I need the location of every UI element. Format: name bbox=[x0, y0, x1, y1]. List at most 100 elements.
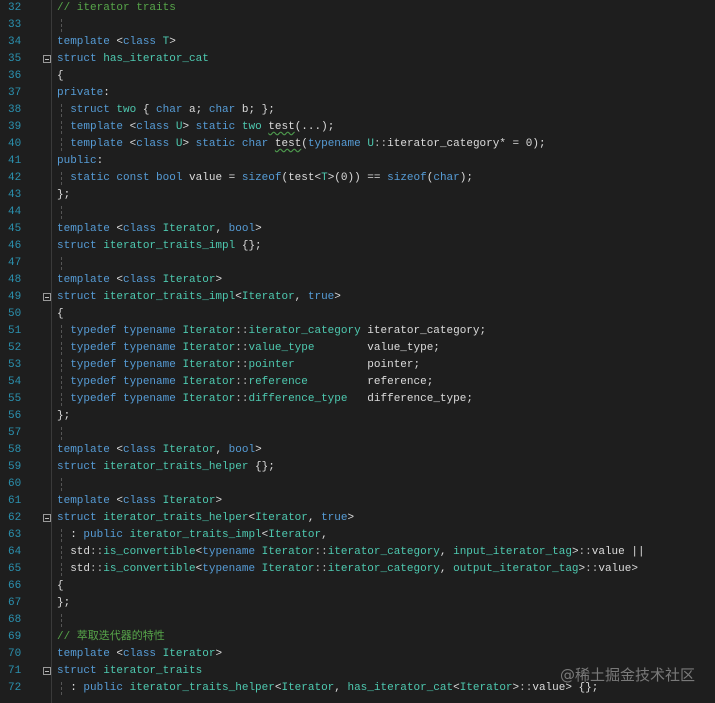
code-token: < bbox=[123, 138, 137, 150]
code-text[interactable]: template <class Iterator> bbox=[57, 272, 222, 289]
code-line[interactable]: 59 struct iterator_traits_helper {}; bbox=[0, 459, 715, 476]
code-text[interactable]: }; bbox=[57, 187, 70, 204]
code-text[interactable]: struct iterator_traits_impl<Iterator, tr… bbox=[57, 289, 341, 306]
code-line[interactable]: 60 bbox=[0, 476, 715, 493]
line-number: 64 bbox=[8, 546, 22, 558]
code-editor[interactable]: 32 // iterator traits 33 34 template <class … bbox=[0, 0, 715, 703]
code-line[interactable]: 46 struct iterator_traits_impl {}; bbox=[0, 238, 715, 255]
code-line[interactable]: 58 template <class Iterator, bool> bbox=[0, 442, 715, 459]
code-token: > bbox=[571, 546, 579, 558]
code-line[interactable]: 41 public: bbox=[0, 153, 715, 170]
code-token: }; bbox=[57, 410, 71, 422]
code-line[interactable]: 63 : public iterator_traits_impl<Iterato… bbox=[0, 527, 715, 544]
code-token: < bbox=[123, 121, 137, 133]
code-token: b; }; bbox=[235, 104, 275, 116]
code-token: { bbox=[57, 580, 64, 592]
code-text[interactable]: { bbox=[57, 306, 64, 323]
code-text[interactable]: // 萃取迭代器的特性 bbox=[57, 629, 165, 646]
code-line[interactable]: 52 typedef typename Iterator::value_type… bbox=[0, 340, 715, 357]
code-line[interactable]: 55 typedef typename Iterator::difference… bbox=[0, 391, 715, 408]
code-text[interactable]: typedef typename Iterator::pointer point… bbox=[57, 357, 420, 374]
code-text[interactable]: { bbox=[57, 68, 64, 85]
code-token: template bbox=[57, 274, 110, 286]
code-line[interactable]: 65 std::is_convertible<typename Iterator… bbox=[0, 561, 715, 578]
code-line[interactable]: 48 template <class Iterator> bbox=[0, 272, 715, 289]
code-text[interactable]: template <class Iterator, bool> bbox=[57, 442, 262, 459]
code-text[interactable]: }; bbox=[57, 408, 70, 425]
code-line[interactable]: 42 static const bool value = sizeof(test… bbox=[0, 170, 715, 187]
collapse-icon[interactable] bbox=[43, 293, 51, 301]
code-line[interactable]: 67}; bbox=[0, 595, 715, 612]
code-line[interactable]: 61 template <class Iterator> bbox=[0, 493, 715, 510]
code-line[interactable]: 56}; bbox=[0, 408, 715, 425]
code-line[interactable]: 69 // 萃取迭代器的特性 bbox=[0, 629, 715, 646]
code-line[interactable]: 45 template <class Iterator, bool> bbox=[0, 221, 715, 238]
code-text[interactable]: struct iterator_traits_helper<Iterator, … bbox=[57, 510, 354, 527]
code-text[interactable]: template <class U > static char test(type… bbox=[57, 136, 545, 153]
code-line[interactable]: 39 template <class U> static two test(..… bbox=[0, 119, 715, 136]
collapse-icon[interactable] bbox=[43, 514, 51, 522]
code-text[interactable]: typedef typename Iterator::iterator_cate… bbox=[57, 323, 486, 340]
code-line[interactable]: 36 { bbox=[0, 68, 715, 85]
code-line[interactable]: 53 typedef typename Iterator::pointer po… bbox=[0, 357, 715, 374]
code-line[interactable]: 33 bbox=[0, 17, 715, 34]
code-line[interactable]: 43}; bbox=[0, 187, 715, 204]
code-line[interactable]: 54 typedef typename Iterator::reference … bbox=[0, 374, 715, 391]
code-line[interactable]: 47 bbox=[0, 255, 715, 272]
code-text[interactable]: static const bool value = sizeof(test<T>… bbox=[57, 170, 473, 187]
code-text[interactable]: typedef typename Iterator::reference ref… bbox=[57, 374, 433, 391]
code-text[interactable]: struct iterator_traits bbox=[57, 663, 202, 680]
code-token: typename bbox=[123, 393, 176, 405]
code-text[interactable]: std::is_convertible<typename Iterator::i… bbox=[57, 561, 638, 578]
code-line[interactable]: 35 struct has_iterator_cat bbox=[0, 51, 715, 68]
collapse-icon[interactable] bbox=[43, 55, 51, 63]
code-line[interactable]: 40 template <class U > static char test(t… bbox=[0, 136, 715, 153]
code-line[interactable]: 50 { bbox=[0, 306, 715, 323]
code-line[interactable]: 62 struct iterator_traits_helper<Iterator… bbox=[0, 510, 715, 527]
code-text[interactable]: : public iterator_traits_impl<Iterator, bbox=[57, 527, 328, 544]
code-token: difference_type bbox=[248, 393, 348, 405]
code-token: has_iterator_cat bbox=[347, 682, 454, 694]
code-text[interactable]: template <class Iterator> bbox=[57, 646, 222, 663]
code-text[interactable]: struct iterator_traits_helper {}; bbox=[57, 459, 275, 476]
code-line[interactable]: 37 private: bbox=[0, 85, 715, 102]
code-line[interactable]: 68 bbox=[0, 612, 715, 629]
code-text[interactable]: typedef typename Iterator::value_type va… bbox=[57, 340, 440, 357]
code-text[interactable]: typedef typename Iterator::difference_ty… bbox=[57, 391, 473, 408]
code-line[interactable]: 44 bbox=[0, 204, 715, 221]
collapse-icon[interactable] bbox=[43, 667, 51, 675]
code-text[interactable]: private: bbox=[57, 85, 110, 102]
code-line[interactable]: 49 struct iterator_traits_impl<Iterator, … bbox=[0, 289, 715, 306]
code-token: { bbox=[57, 308, 64, 320]
code-text[interactable]: { bbox=[57, 578, 64, 595]
code-text[interactable]: public: bbox=[57, 153, 103, 170]
code-token: iterator_category bbox=[327, 546, 440, 558]
code-line[interactable]: 66 { bbox=[0, 578, 715, 595]
code-text[interactable]: // iterator traits bbox=[57, 0, 176, 17]
code-token: > bbox=[347, 512, 355, 524]
code-line[interactable]: 38 struct two { char a; char b; }; bbox=[0, 102, 715, 119]
code-text[interactable]: template <class Iterator> bbox=[57, 493, 222, 510]
code-token: : bbox=[57, 529, 84, 541]
code-text[interactable]: : public iterator_traits_helper<Iterator… bbox=[57, 680, 598, 697]
code-text[interactable]: template <class U> static two test(...); bbox=[57, 119, 334, 136]
line-number: 45 bbox=[8, 223, 22, 235]
code-text[interactable]: struct two { char a; char b; }; bbox=[57, 102, 275, 119]
code-token: input_iterator_tag bbox=[453, 546, 572, 558]
code-text[interactable]: template <class T> bbox=[57, 34, 176, 51]
code-line[interactable]: 51 typedef typename Iterator::iterator_c… bbox=[0, 323, 715, 340]
code-line[interactable]: 70 template <class Iterator> bbox=[0, 646, 715, 663]
code-text[interactable]: }; bbox=[57, 595, 70, 612]
code-text[interactable]: template <class Iterator, bool> bbox=[57, 221, 262, 238]
code-line[interactable]: 32 // iterator traits bbox=[0, 0, 715, 17]
code-line[interactable]: 57 bbox=[0, 425, 715, 442]
code-line[interactable]: 64 std::is_convertible<typename Iterator… bbox=[0, 544, 715, 561]
code-text[interactable]: struct iterator_traits_impl {}; bbox=[57, 238, 262, 255]
code-text[interactable]: std::is_convertible<typename Iterator::i… bbox=[57, 544, 644, 561]
code-text[interactable]: struct has_iterator_cat bbox=[57, 51, 209, 68]
code-token: < bbox=[109, 495, 124, 507]
code-line[interactable]: 34 template <class T> bbox=[0, 34, 715, 51]
